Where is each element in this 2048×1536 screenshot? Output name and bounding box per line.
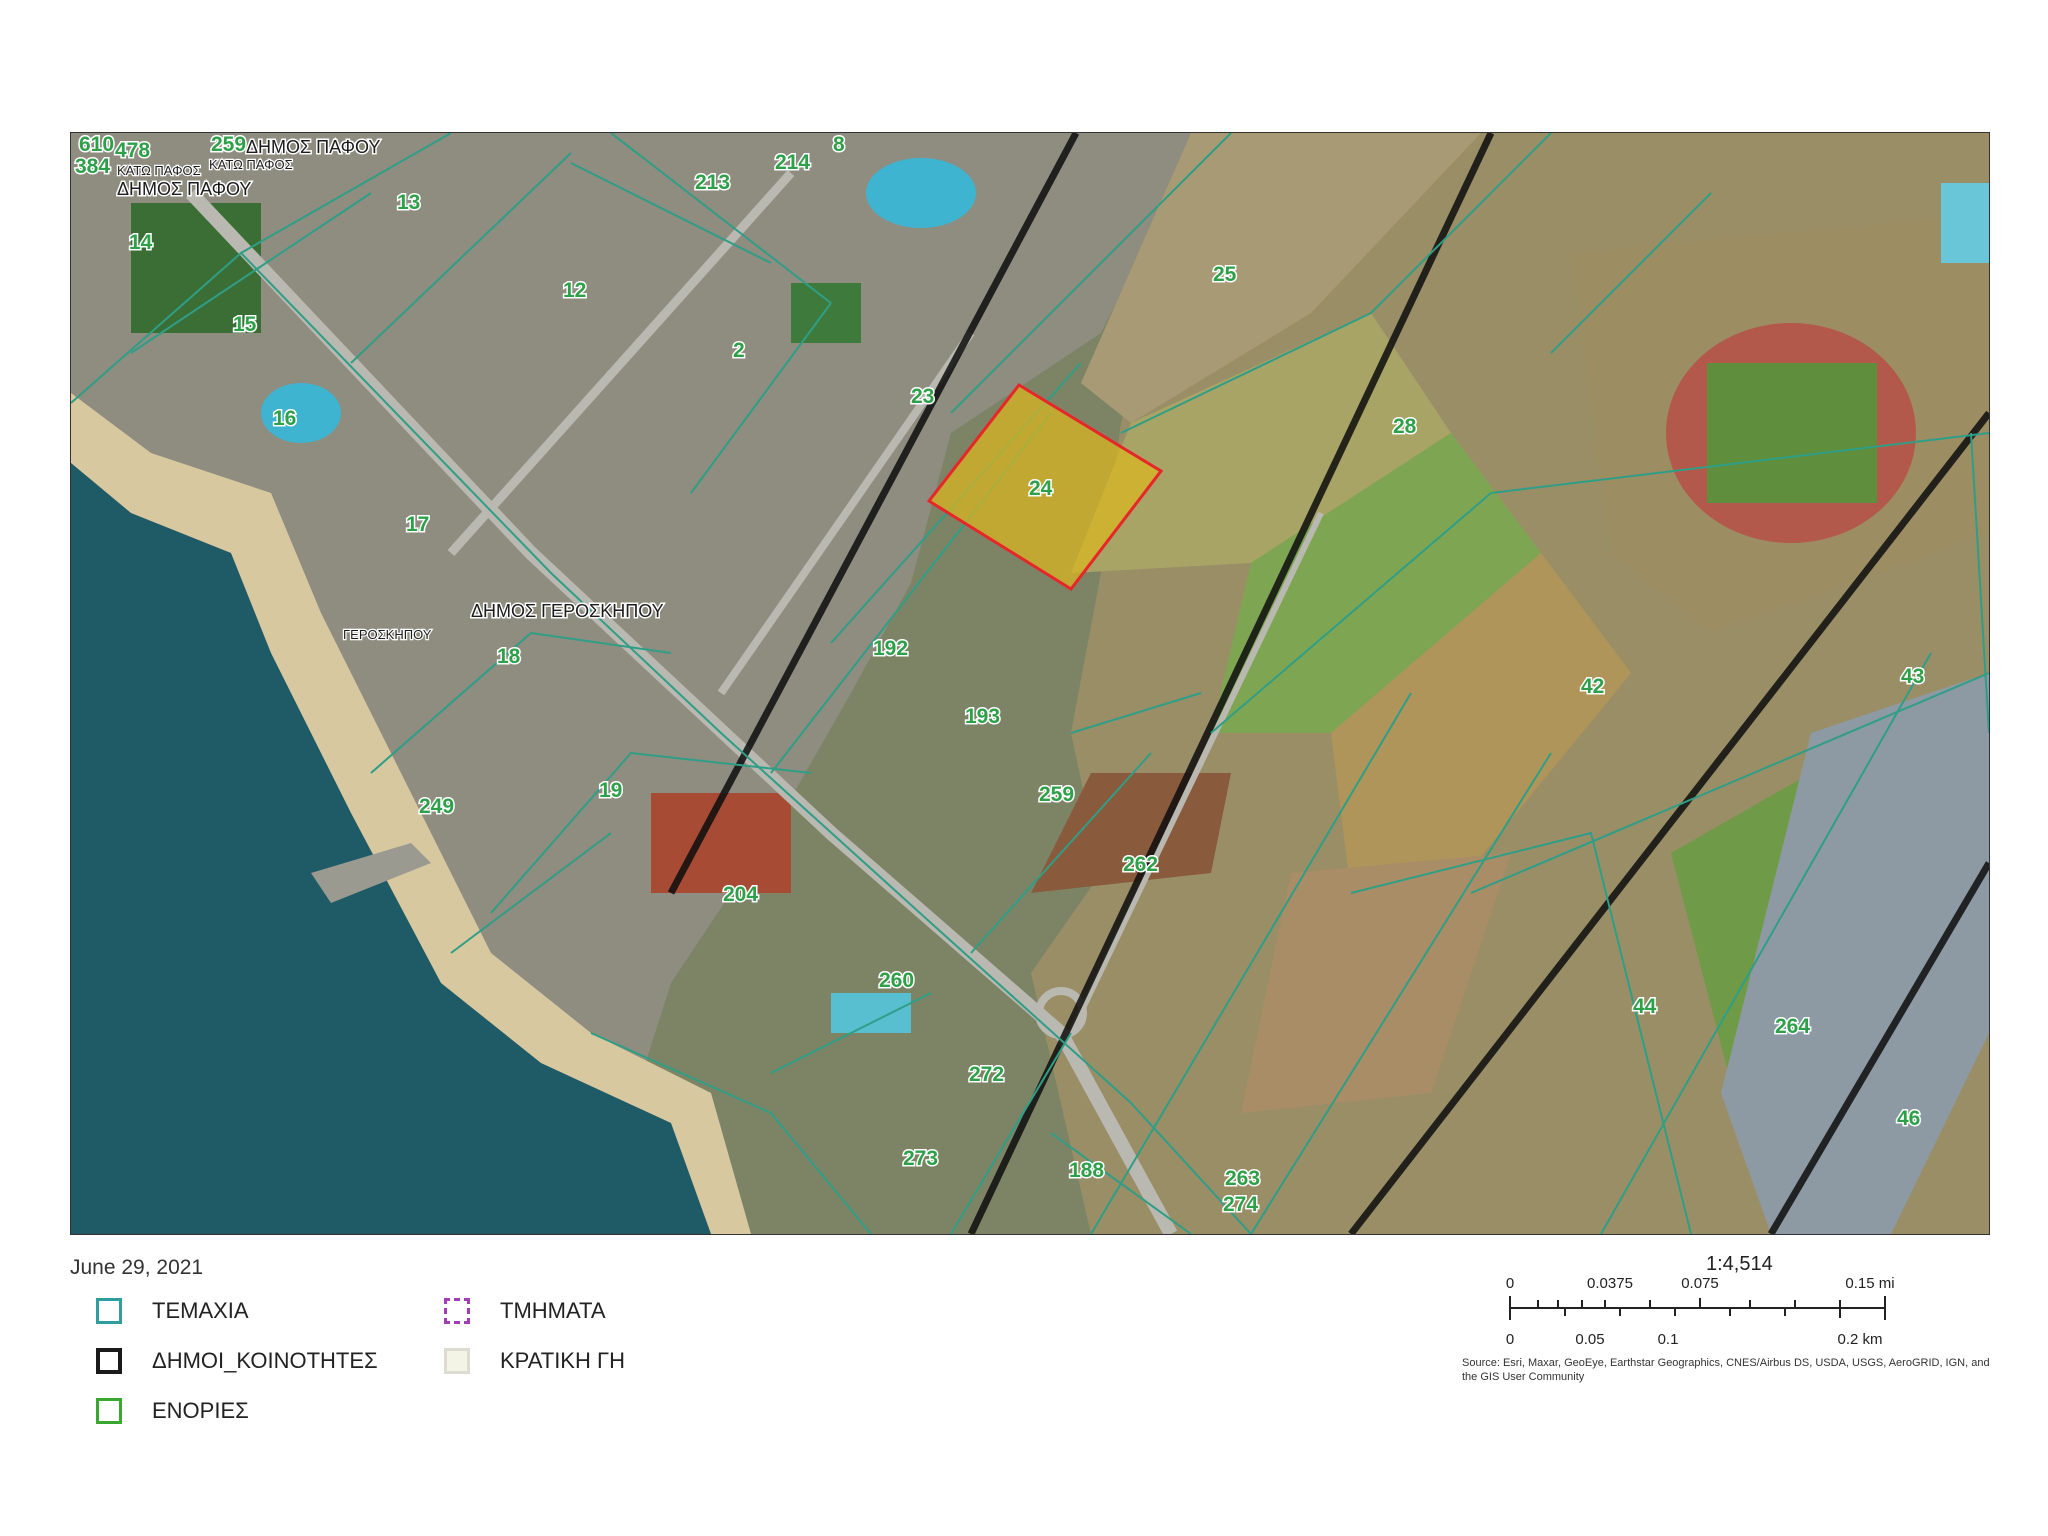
parcel-label-193: 193: [965, 705, 1000, 728]
parcel-label-214: 214: [775, 151, 810, 174]
scale-km-tick-2: 0.1: [1658, 1331, 1679, 1348]
parcel-label-249: 249: [419, 795, 454, 818]
legend-item-sections: ΤΜΗΜΑΤΑ: [444, 1298, 606, 1324]
parcel-label-23: 23: [911, 385, 934, 408]
scale-mi-tick-2: 0.075: [1681, 1275, 1719, 1292]
map-view[interactable]: 610 478 259 384 13 14 15 16 17 18 19 213 214 8 12 2 23 25…: [70, 132, 1990, 1235]
parcel-label-43: 43: [1901, 665, 1924, 688]
parcel-label-8: 8: [833, 133, 845, 156]
satellite-map[interactable]: 610 478 259 384 13 14 15 16 17 18 19 213 214 8 12 2 23 25…: [71, 133, 1989, 1234]
legend-item-parcels: ΤΕΜΑΧΙΑ: [96, 1298, 249, 1324]
parcel-label-42: 42: [1581, 675, 1604, 698]
parcel-label-46: 46: [1897, 1107, 1920, 1130]
parcel-label-17: 17: [406, 513, 429, 536]
hotel-pool-1: [866, 158, 976, 228]
parcel-label-28: 28: [1393, 415, 1417, 438]
place-label-dimos-pafou-top: ΔΗΜΟΣ ΠΑΦΟΥ: [246, 137, 380, 157]
place-label-dimos-geroskipou: ΔΗΜΟΣ ΓΕΡΟΣΚΗΠΟΥ: [471, 601, 664, 621]
scale-ratio: 1:4,514: [1706, 1253, 1773, 1275]
legend-item-state-land: ΚΡΑΤΙΚΗ ΓΗ: [444, 1348, 625, 1374]
parcel-label-25: 25: [1213, 263, 1237, 286]
parcel-label-384: 384: [75, 155, 110, 178]
hotel-pool-3: [831, 993, 911, 1033]
legend-label-municipalities: ΔΗΜΟΙ_ΚΟΙΝΟΤΗΤΕΣ: [152, 1348, 378, 1373]
parcel-label-260: 260: [879, 969, 914, 992]
stadium-field: [1707, 363, 1877, 503]
parcel-label-188: 188: [1069, 1159, 1104, 1182]
parcel-label-2: 2: [733, 339, 745, 362]
map-attribution: Source: Esri, Maxar, GeoEye, Earthstar G…: [1462, 1357, 1990, 1383]
parcel-label-15: 15: [233, 313, 257, 336]
scale-km-tick-0: 0: [1506, 1331, 1514, 1348]
legend-swatch-sections: [444, 1298, 470, 1324]
legend-item-municipalities: ΔΗΜΟΙ_ΚΟΙΝΟΤΗΤΕΣ: [96, 1348, 378, 1374]
parcel-label-259: 259: [211, 133, 246, 156]
parcel-label-19: 19: [599, 779, 622, 802]
parcel-label-192: 192: [873, 637, 908, 660]
parcel-label-13: 13: [397, 191, 420, 214]
place-label-kato-pafos-2: ΚΑΤΩ ΠΑΦΟΣ: [209, 157, 293, 172]
tennis-court: [791, 283, 861, 343]
legend-label-sections: ΤΜΗΜΑΤΑ: [500, 1298, 606, 1323]
parcel-label-44: 44: [1633, 995, 1657, 1018]
scale-km-tick-3: 0.2 km: [1837, 1331, 1882, 1348]
parcel-label-262: 262: [1123, 853, 1158, 876]
legend-swatch-parcels: [96, 1298, 122, 1324]
parcel-label-16: 16: [273, 407, 296, 430]
place-label-kato-pafos-1: ΚΑΤΩ ΠΑΦΟΣ: [117, 163, 201, 178]
scale-mi-tick-3: 0.15 mi: [1845, 1275, 1894, 1292]
parcel-label-274: 274: [1223, 1193, 1258, 1216]
map-date: June 29, 2021: [70, 1256, 204, 1279]
legend-item-parishes: ΕΝΟΡΙΕΣ: [96, 1398, 249, 1424]
legend-swatch-municipalities: [96, 1348, 122, 1374]
pool-ne: [1941, 183, 1989, 263]
legend-swatch-state-land: [444, 1348, 470, 1374]
parcel-label-18: 18: [497, 645, 521, 668]
parcel-label-478: 478: [115, 139, 150, 162]
parcel-label-14: 14: [129, 231, 153, 254]
scale-km-tick-1: 0.05: [1575, 1331, 1604, 1348]
parcel-label-259: 259: [1039, 783, 1074, 806]
legend-label-parishes: ΕΝΟΡΙΕΣ: [152, 1398, 249, 1423]
scale-ruler: [1509, 1296, 1886, 1320]
parcel-label-12: 12: [563, 279, 586, 302]
legend-swatch-parishes: [96, 1398, 122, 1424]
scale-mi-tick-0: 0: [1506, 1275, 1514, 1292]
parcel-label-263: 263: [1225, 1167, 1260, 1190]
parcel-label-264: 264: [1775, 1015, 1810, 1038]
legend-label-parcels: ΤΕΜΑΧΙΑ: [152, 1298, 249, 1323]
parcel-label-272: 272: [969, 1063, 1004, 1086]
hotel-roof: [651, 793, 791, 893]
place-label-dimos-pafou-left: ΔΗΜΟΣ ΠΑΦΟΥ: [117, 179, 251, 199]
parcel-label-24: 24: [1029, 477, 1053, 500]
scale-mi-tick-1: 0.0375: [1587, 1275, 1633, 1292]
parcel-label-610: 610: [79, 133, 114, 156]
parcel-label-273: 273: [903, 1147, 938, 1170]
legend-label-state-land: ΚΡΑΤΙΚΗ ΓΗ: [500, 1348, 625, 1373]
parcel-label-213: 213: [695, 171, 730, 194]
place-label-geroskipou: ΓΕΡΟΣΚΗΠΟΥ: [343, 627, 432, 642]
parcel-label-204: 204: [723, 883, 758, 906]
